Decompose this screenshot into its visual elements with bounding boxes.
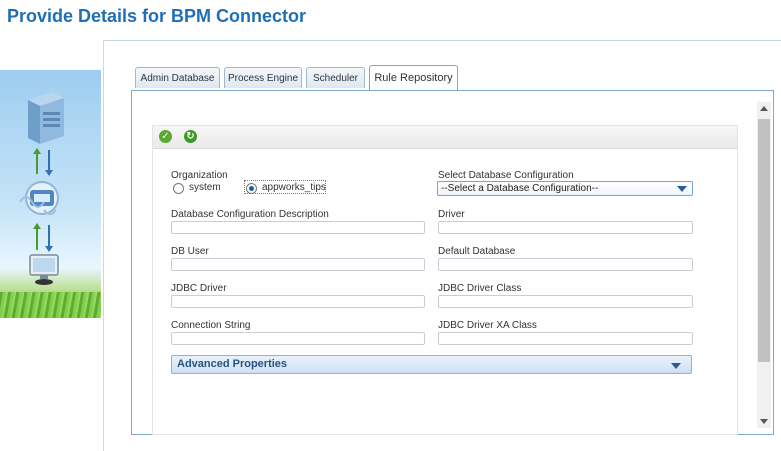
scrollbar-thumb[interactable] — [758, 119, 770, 362]
connector-icon — [19, 181, 59, 215]
scroll-up-icon[interactable] — [760, 106, 768, 111]
db-config-desc-label: Database Configuration Description — [171, 209, 329, 220]
db-user-label: DB User — [171, 246, 209, 257]
db-user-field[interactable] — [171, 258, 425, 271]
jdbc-driver-class-field[interactable] — [438, 295, 693, 308]
jdbc-driver-field[interactable] — [171, 295, 425, 308]
server-icon — [28, 92, 64, 144]
organization-label: Organization — [171, 170, 228, 181]
advanced-properties-label: Advanced Properties — [177, 358, 288, 370]
driver-field[interactable] — [438, 221, 693, 234]
jdbc-driver-label: JDBC Driver — [171, 283, 227, 294]
db-config-select[interactable]: --Select a Database Configuration-- — [437, 181, 693, 196]
grass-decoration — [0, 292, 101, 318]
jdbc-driver-xa-field[interactable] — [438, 332, 693, 345]
computer-icon — [29, 254, 59, 285]
refresh-icon[interactable]: ↻ — [184, 130, 197, 143]
page-title: Provide Details for BPM Connector — [7, 6, 307, 26]
driver-label: Driver — [438, 209, 465, 220]
jdbc-driver-class-label: JDBC Driver Class — [438, 283, 522, 294]
tab-process-engine[interactable]: Process Engine — [224, 67, 302, 88]
scroll-down-icon[interactable] — [760, 419, 768, 424]
tab-admin-database[interactable]: Admin Database — [135, 67, 220, 88]
default-db-label: Default Database — [438, 246, 516, 257]
jdbc-driver-xa-label: JDBC Driver XA Class — [438, 320, 537, 331]
db-config-select-value: --Select a Database Configuration-- — [441, 183, 599, 194]
check-icon[interactable]: ✓ — [159, 130, 172, 143]
chevron-down-icon — [671, 363, 681, 369]
tab-scheduler[interactable]: Scheduler — [306, 67, 365, 88]
connection-string-label: Connection String — [171, 320, 251, 331]
radio-focus-outline — [244, 180, 326, 194]
form-toolbar: ✓ ↻ — [153, 126, 737, 149]
db-config-desc-field[interactable] — [171, 221, 425, 234]
radio-system[interactable] — [173, 183, 184, 194]
advanced-properties-toggle[interactable]: Advanced Properties — [171, 355, 692, 374]
select-db-config-label: Select Database Configuration — [438, 170, 574, 181]
vertical-scrollbar[interactable] — [757, 102, 771, 428]
default-db-field[interactable] — [438, 258, 693, 271]
chevron-down-icon — [677, 186, 687, 192]
tab-rule-repository[interactable]: Rule Repository — [369, 65, 458, 90]
connection-string-field[interactable] — [171, 332, 425, 345]
connector-illustration — [0, 70, 101, 318]
radio-system-label: system — [189, 182, 221, 193]
